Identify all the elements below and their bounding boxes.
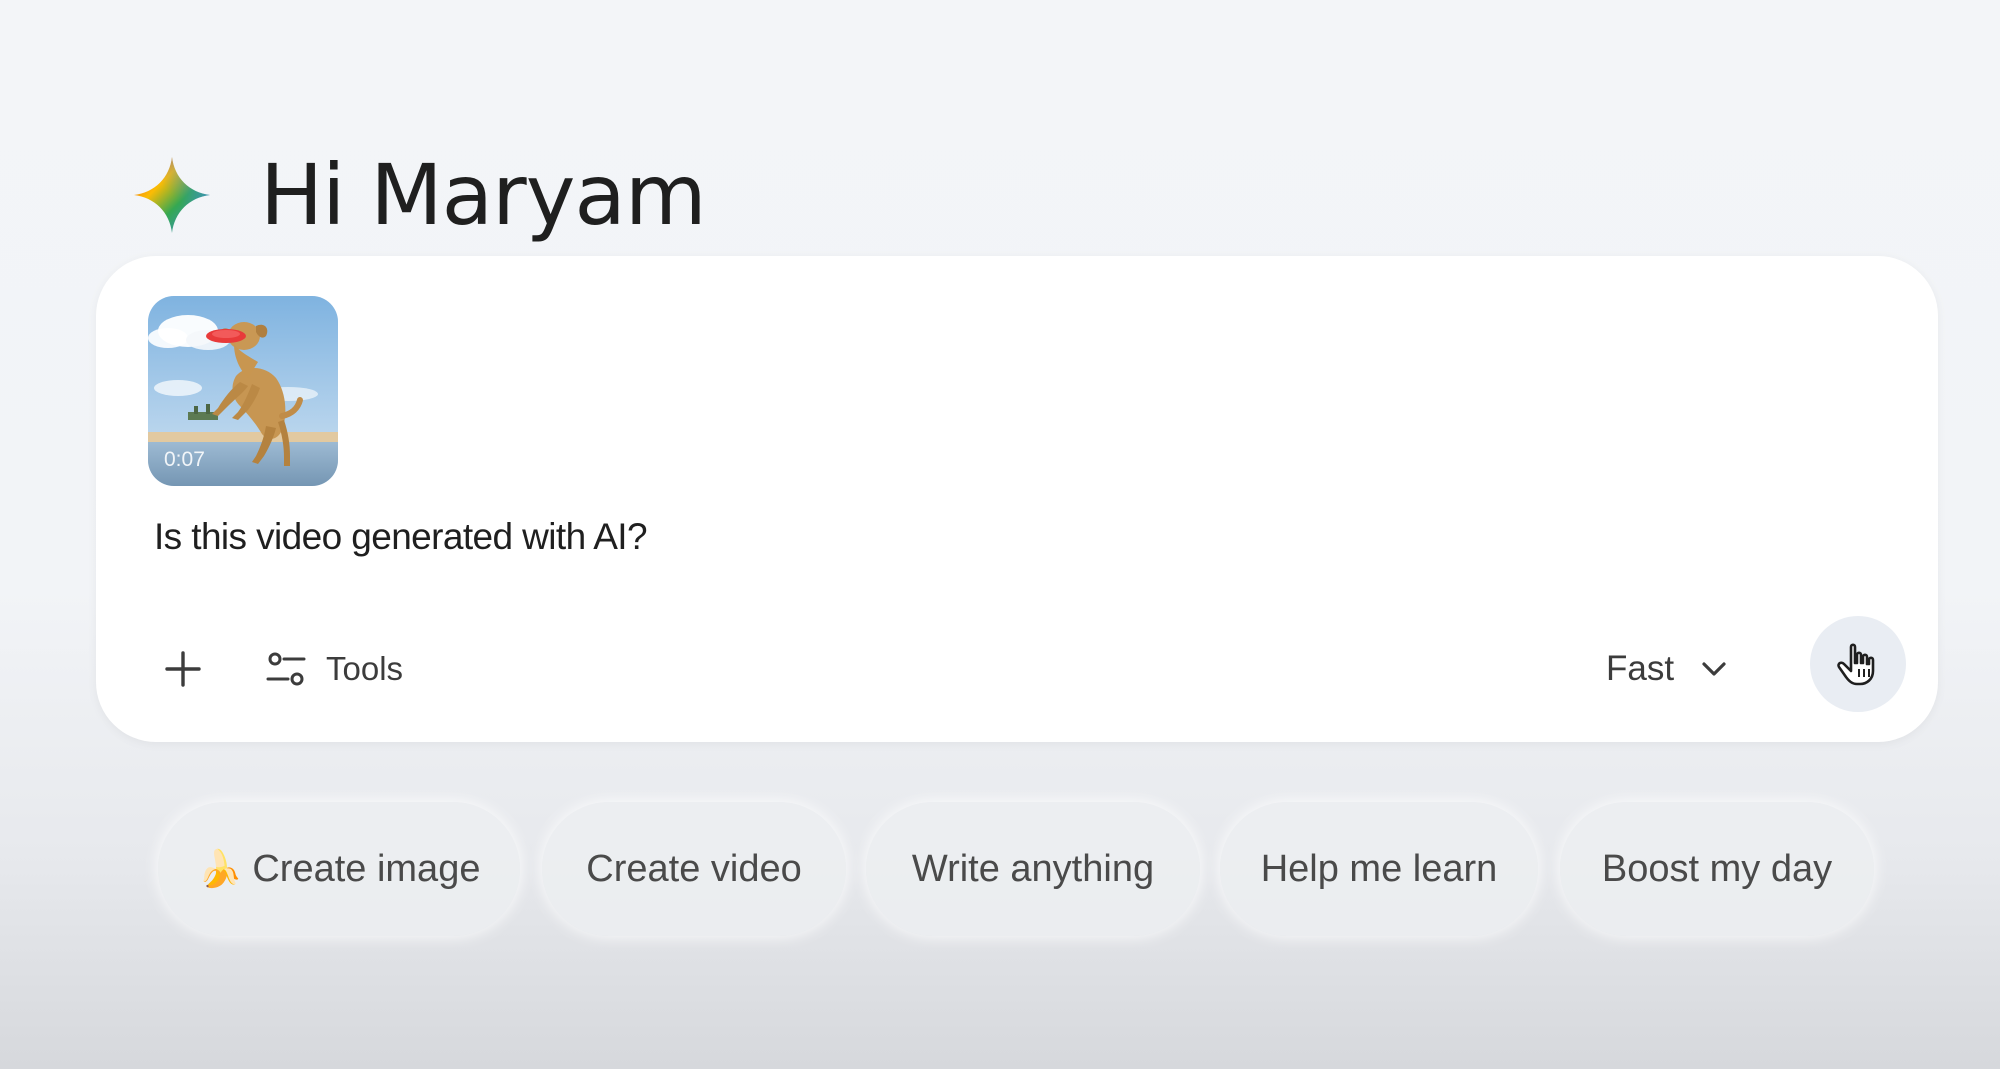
chip-label: Help me learn (1260, 847, 1498, 890)
prompt-card: 0:07 Is this video generated with AI? To… (96, 256, 1938, 742)
chip-label: Write anything (911, 847, 1155, 890)
chip-label: Create video (586, 847, 802, 890)
model-label: Fast (1606, 649, 1675, 688)
banana-icon: 🍌 (197, 848, 243, 889)
model-selector[interactable]: Fast (1596, 632, 1738, 706)
chip-create-image[interactable]: 🍌 Create image (158, 802, 520, 936)
chip-label: Create image (252, 847, 481, 890)
suggestion-chips: 🍌 Create image Create video Write anythi… (158, 802, 1878, 936)
sliders-icon (266, 652, 306, 686)
video-duration: 0:07 (164, 448, 205, 471)
add-button[interactable] (148, 634, 218, 704)
chip-write-anything[interactable]: Write anything (866, 802, 1200, 936)
prompt-input[interactable]: Is this video generated with AI? (154, 516, 648, 558)
greeting: Hi Maryam (134, 140, 707, 250)
send-button[interactable] (1810, 616, 1906, 712)
chip-boost-my-day[interactable]: Boost my day (1560, 802, 1874, 936)
plus-icon (165, 651, 201, 687)
tools-label: Tools (326, 650, 404, 687)
tools-button[interactable]: Tools (256, 632, 413, 706)
chip-label: Boost my day (1601, 847, 1833, 890)
video-attachment[interactable]: 0:07 (148, 296, 338, 486)
chip-create-video[interactable]: Create video (542, 802, 846, 936)
greeting-title: Hi Maryam (260, 146, 707, 244)
chevron-down-icon (1702, 662, 1726, 676)
gemini-spark-icon (134, 157, 210, 233)
chip-help-me-learn[interactable]: Help me learn (1220, 802, 1538, 936)
hand-cursor-icon (1837, 643, 1875, 686)
